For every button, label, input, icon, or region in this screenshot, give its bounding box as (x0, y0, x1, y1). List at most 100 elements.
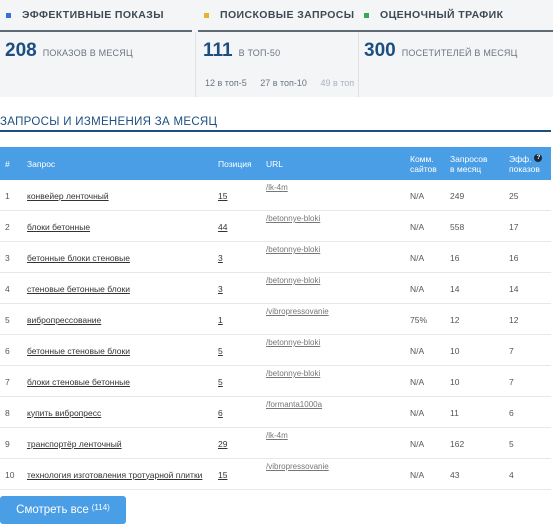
card-title: ЭФФЕКТИВНЫЕ ПОКАЗЫ (22, 9, 164, 21)
yellow-square-icon (204, 12, 209, 18)
section-title: ЗАПРОСЫ И ИЗМЕНЕНИЯ ЗА МЕСЯЦ (0, 116, 218, 128)
effective-value: 7 (509, 376, 514, 387)
url-link[interactable]: /lk-4m (266, 428, 406, 459)
effective-value: 6 (509, 407, 514, 418)
header-effective-line1: Эфф.? (509, 153, 543, 164)
table-row: 5 вибропрессование 1/vibropressovanie 75% 12… (0, 304, 551, 335)
url-link[interactable]: /formanta1000a (266, 397, 406, 428)
queries-table: # Запрос Позиция URL Комм. сайтов Запрос… (0, 147, 551, 490)
divider (358, 32, 359, 97)
effective-value: 4 (509, 469, 514, 480)
position-link[interactable]: 29 (218, 439, 227, 449)
card-effective-impressions: ЭФФЕКТИВНЫЕ ПОКАЗЫ 208 ПОКАЗОВ В МЕСЯЦ (0, 0, 192, 97)
query-link[interactable]: бетонные стеновые блоки (27, 346, 130, 356)
position-link[interactable]: 15 (218, 470, 227, 480)
row-number: 9 (5, 438, 10, 449)
table-row: 6 бетонные стеновые блоки 5/betonnye-bloki… (0, 335, 551, 366)
requests-value: 249 (450, 190, 465, 201)
header-requests[interactable]: Запросов в месяц (450, 147, 502, 180)
url-link[interactable]: /betonnye-bloki (266, 211, 406, 242)
header-commercial[interactable]: Комм. сайтов (410, 147, 446, 180)
header-requests-line1: Запросов (450, 153, 488, 164)
position-link[interactable]: 44 (218, 222, 227, 232)
header-requests-line2: в месяц (450, 163, 482, 174)
card-header: ПОИСКОВЫЕ ЗАПРОСЫ (198, 0, 358, 32)
url-link[interactable]: /betonnye-bloki (266, 366, 406, 397)
header-num: # (5, 158, 10, 169)
table-header: # Запрос Позиция URL Комм. сайтов Запрос… (0, 147, 551, 180)
summary-panel: ЭФФЕКТИВНЫЕ ПОКАЗЫ 208 ПОКАЗОВ В МЕСЯЦ П… (0, 0, 553, 97)
url-link[interactable]: /vibropressovanie (266, 459, 406, 490)
requests-value: 16 (450, 252, 460, 263)
card-value: 111 В ТОП-50 (203, 40, 280, 62)
requests-value: 43 (450, 469, 460, 480)
effective-value: 25 (509, 190, 519, 201)
header-position[interactable]: Позиция (218, 147, 258, 180)
requests-value: 10 (450, 376, 460, 387)
query-link[interactable]: стеновые бетонные блоки (27, 284, 130, 294)
position-link[interactable]: 3 (218, 284, 223, 294)
query-link[interactable]: купить вибропресс (27, 408, 101, 418)
position-link[interactable]: 1 (218, 315, 223, 325)
url-link[interactable]: /betonnye-bloki (266, 273, 406, 304)
effective-value: 5 (509, 438, 514, 449)
row-number: 5 (5, 314, 10, 325)
table-body: 1 конвейер ленточный 15/lk-4m N/A 249 25 2 блок… (0, 180, 551, 490)
view-all-label: Смотреть все (16, 504, 89, 516)
position-link[interactable]: 3 (218, 253, 223, 263)
table-row: 8 купить вибропресс 6/formanta1000a N/A 11 6 (0, 397, 551, 428)
table-row: 3 бетонные блоки стеновые 3/betonnye-bloki… (0, 242, 551, 273)
card-value: 208 ПОКАЗОВ В МЕСЯЦ (5, 40, 133, 62)
commercial-value: 75% (410, 314, 428, 325)
card-estimated-traffic: ОЦЕНОЧНЫЙ ТРАФИК 300 ПОСЕТИТЕЛЕЙ В МЕСЯЦ (358, 0, 553, 97)
top-other-count: 49 в топ (320, 78, 355, 88)
url-link[interactable]: /betonnye-bloki (266, 335, 406, 366)
table-row: 1 конвейер ленточный 15/lk-4m N/A 249 25 (0, 180, 551, 211)
header-effective[interactable]: Эфф.? показов (509, 147, 553, 180)
card-title: ПОИСКОВЫЕ ЗАПРОСЫ (220, 9, 355, 21)
effective-value: 7 (509, 345, 514, 356)
query-link[interactable]: блоки бетонные (27, 222, 90, 232)
effective-value: 14 (509, 283, 519, 294)
header-query[interactable]: Запрос (27, 147, 215, 180)
commercial-value: N/A (410, 469, 425, 480)
row-number: 3 (5, 252, 10, 263)
help-icon[interactable]: ? (534, 153, 543, 162)
table-row: 9 транспортёр ленточный 29/lk-4m N/A 162 5 (0, 428, 551, 459)
position-link[interactable]: 5 (218, 377, 223, 387)
position-link[interactable]: 15 (218, 191, 227, 201)
header-commercial-line1: Комм. (410, 153, 434, 164)
table-row: 4 стеновые бетонные блоки 3/betonnye-bloki… (0, 273, 551, 304)
query-link[interactable]: транспортёр ленточный (27, 439, 122, 449)
commercial-value: N/A (410, 190, 425, 201)
query-link[interactable]: бетонные блоки стеновые (27, 253, 130, 263)
commercial-value: N/A (410, 221, 425, 232)
url-link[interactable]: /lk-4m (266, 180, 406, 211)
requests-value: 12 (450, 314, 460, 325)
card-title: ОЦЕНОЧНЫЙ ТРАФИК (380, 9, 504, 21)
card-search-queries: ПОИСКОВЫЕ ЗАПРОСЫ 111 В ТОП-50 12 в топ-… (198, 0, 358, 97)
view-all-button[interactable]: Смотреть все (114) (0, 496, 126, 524)
effective-value: 12 (509, 314, 519, 325)
requests-value: 11 (450, 407, 459, 418)
top-breakdown: 12 в топ-5 27 в топ-10 49 в топ (205, 78, 357, 88)
row-number: 2 (5, 221, 10, 232)
card-value: 300 ПОСЕТИТЕЛЕЙ В МЕСЯЦ (364, 40, 517, 62)
row-number: 1 (5, 190, 10, 201)
row-number: 4 (5, 283, 10, 294)
section-underline (0, 130, 551, 132)
requests-value: 162 (450, 438, 465, 449)
commercial-value: N/A (410, 438, 425, 449)
commercial-value: N/A (410, 283, 425, 294)
url-link[interactable]: /vibropressovanie (266, 304, 406, 335)
query-link[interactable]: технология изготовления тротуарной плитк… (27, 470, 202, 480)
query-link[interactable]: вибропрессование (27, 315, 101, 325)
top5-count: 12 в топ-5 (205, 78, 247, 88)
header-url[interactable]: URL (266, 147, 406, 180)
query-link[interactable]: блоки стеновые бетонные (27, 377, 130, 387)
query-link[interactable]: конвейер ленточный (27, 191, 109, 201)
traffic-number: 300 (364, 40, 396, 61)
position-link[interactable]: 6 (218, 408, 223, 418)
position-link[interactable]: 5 (218, 346, 223, 356)
url-link[interactable]: /betonnye-bloki (266, 242, 406, 273)
